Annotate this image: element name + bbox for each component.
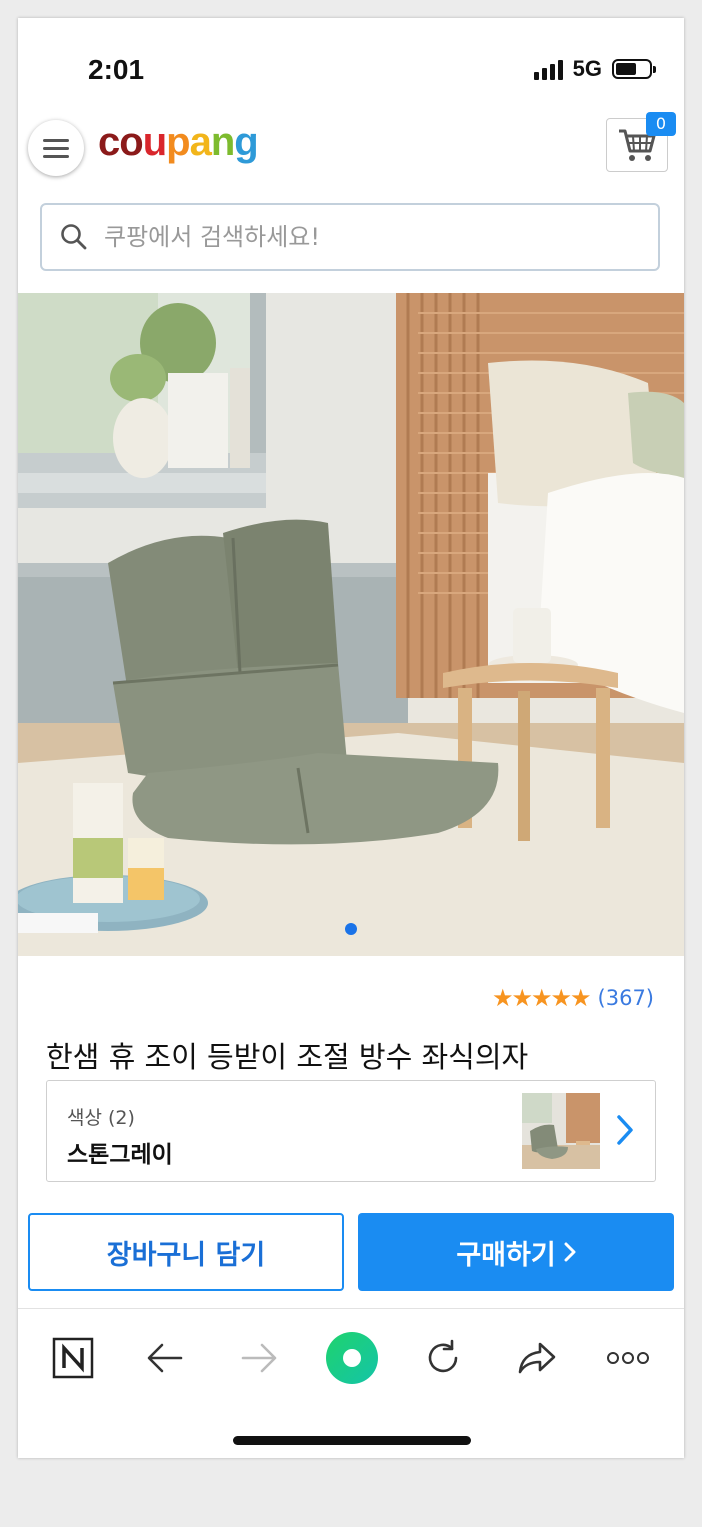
chevron-right-icon [617, 1115, 633, 1145]
share-icon[interactable] [512, 1333, 562, 1383]
color-option-selector[interactable]: 색상 (2) 스톤그레이 [46, 1080, 656, 1182]
product-rating[interactable]: ★★★★★ (367) [492, 984, 654, 1012]
menu-button[interactable] [28, 120, 84, 176]
reload-icon[interactable] [418, 1333, 468, 1383]
home-indicator[interactable] [233, 1436, 471, 1445]
search-input[interactable] [102, 222, 626, 252]
option-label: 색상 (2) [67, 1107, 135, 1129]
status-icons: 5G [533, 56, 656, 82]
naver-icon[interactable] [48, 1333, 98, 1383]
cart-count-badge: 0 [646, 112, 676, 136]
chevron-right-icon [564, 1242, 576, 1262]
product-title: 한샘 휴 조이 등받이 조절 방수 좌식의자 [46, 1040, 529, 1074]
green-dot-icon[interactable] [320, 1326, 384, 1390]
logo-letter: a [189, 120, 212, 164]
carousel-indicator[interactable] [345, 923, 357, 935]
logo-letter: o [119, 120, 143, 164]
logo-letter: n [210, 120, 235, 164]
search-bar[interactable] [40, 203, 660, 271]
product-image[interactable] [18, 293, 684, 956]
search-icon [61, 224, 87, 250]
logo-letter: c [98, 120, 120, 164]
buy-now-button[interactable]: 구매하기 [358, 1213, 674, 1291]
signal-icon [533, 58, 563, 80]
back-arrow-icon[interactable] [140, 1333, 190, 1383]
battery-icon [612, 59, 656, 79]
add-to-cart-button[interactable]: 장바구니 담기 [28, 1213, 344, 1291]
network-label: 5G [572, 56, 602, 81]
forward-arrow-icon[interactable] [234, 1333, 284, 1383]
logo-letter: p [166, 120, 190, 164]
phone-screen: 2:01 5G coupang 0 쿠팡에서 검색하세요! ★★★★★ (367… [18, 18, 684, 1458]
option-thumbnail [522, 1093, 600, 1169]
status-time: 2:01 [88, 54, 145, 85]
more-icon[interactable] [604, 1333, 652, 1383]
product-photo [18, 293, 684, 956]
review-count[interactable]: (367) [598, 986, 654, 1010]
logo-letter: g [234, 120, 258, 164]
buy-now-label: 구매하기 [456, 1239, 556, 1271]
option-value: 스톤그레이 [67, 1142, 173, 1168]
rating-stars: ★★★★★ [491, 984, 592, 1012]
logo-letter: u [142, 120, 167, 164]
coupang-logo[interactable]: coupang [98, 120, 259, 165]
